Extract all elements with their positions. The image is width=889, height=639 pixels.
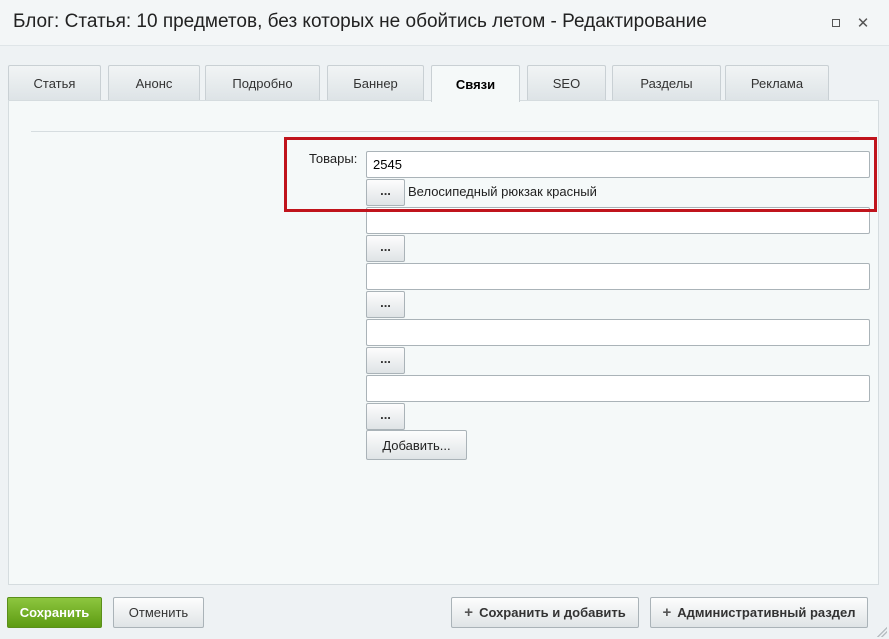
save-button[interactable]: Сохранить	[7, 597, 102, 628]
tab-sections[interactable]: Разделы	[612, 65, 721, 101]
product-id-input-1[interactable]	[366, 151, 870, 178]
products-label: Товары:	[309, 151, 358, 166]
tab-links[interactable]: Связи	[431, 65, 520, 102]
product-select-button-4[interactable]: ...	[366, 347, 405, 374]
window-titlebar: Блог: Статья: 10 предметов, без которых …	[0, 0, 889, 46]
tab-bar: Статья Анонс Подробно Баннер Связи SEO Р…	[8, 65, 878, 102]
product-id-input-5[interactable]	[366, 375, 870, 402]
resize-grip-icon[interactable]	[877, 627, 887, 637]
product-select-button-1[interactable]: ...	[366, 179, 405, 206]
product-id-input-4[interactable]	[366, 319, 870, 346]
tab-banner[interactable]: Баннер	[327, 65, 424, 101]
plus-icon: +	[662, 604, 672, 621]
maximize-icon[interactable]	[828, 15, 844, 31]
divider	[31, 131, 859, 132]
add-product-button[interactable]: Добавить...	[366, 430, 467, 460]
product-select-button-2[interactable]: ...	[366, 235, 405, 262]
product-name-1: Велосипедный рюкзак красный	[408, 184, 597, 199]
cancel-button[interactable]: Отменить	[113, 597, 204, 628]
tab-announce[interactable]: Анонс	[108, 65, 200, 101]
tab-panel-links: Товары: ... Велосипедный рюкзак красный …	[8, 100, 879, 585]
product-select-button-5[interactable]: ...	[366, 403, 405, 430]
close-icon[interactable]: ✕	[855, 15, 871, 31]
tab-seo[interactable]: SEO	[527, 65, 606, 101]
tab-details[interactable]: Подробно	[205, 65, 320, 101]
admin-section-button[interactable]: + Административный раздел	[650, 597, 868, 628]
window-title: Блог: Статья: 10 предметов, без которых …	[13, 11, 707, 32]
save-and-add-button[interactable]: + Сохранить и добавить	[451, 597, 639, 628]
product-id-input-2[interactable]	[366, 207, 870, 234]
admin-section-label: Административный раздел	[677, 605, 856, 620]
plus-icon: +	[464, 604, 474, 621]
tab-advertising[interactable]: Реклама	[725, 65, 829, 101]
product-id-input-3[interactable]	[366, 263, 870, 290]
save-and-add-label: Сохранить и добавить	[479, 605, 626, 620]
tab-article[interactable]: Статья	[8, 65, 101, 101]
product-select-button-3[interactable]: ...	[366, 291, 405, 318]
